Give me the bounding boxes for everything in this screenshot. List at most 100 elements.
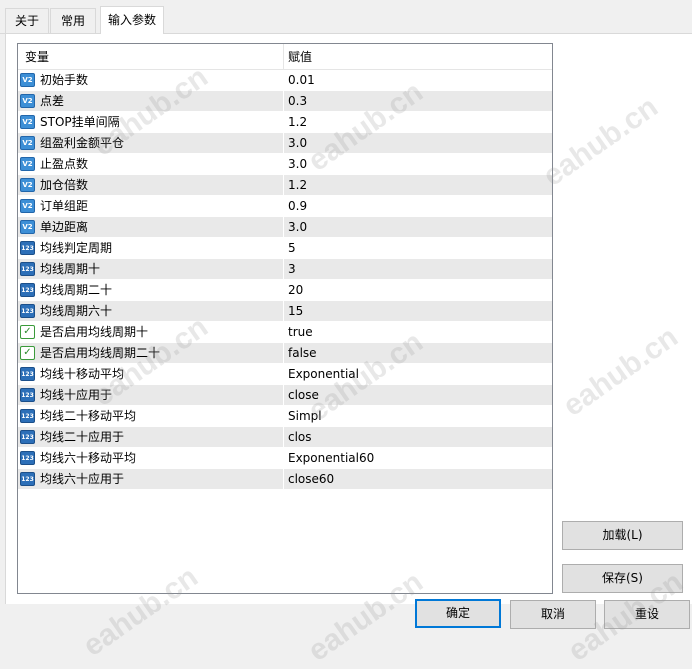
table-row[interactable]: 123 均线周期十 3 — [18, 259, 552, 280]
parameter-value[interactable]: false — [288, 343, 317, 364]
double-icon: V2 — [20, 220, 35, 234]
cell-divider — [283, 112, 284, 133]
parameter-value[interactable]: clos — [288, 427, 312, 448]
cell-divider — [283, 427, 284, 448]
double-icon: V2 — [20, 94, 35, 108]
cell-divider — [283, 196, 284, 217]
boolean-icon: ✓ — [20, 346, 35, 360]
parameter-name: 是否启用均线周期十 — [40, 325, 149, 339]
parameter-value[interactable]: 5 — [288, 238, 296, 259]
ok-button[interactable]: 确定 — [415, 599, 501, 628]
cell-divider — [283, 280, 284, 301]
parameter-value[interactable]: true — [288, 322, 313, 343]
cell-divider — [283, 448, 284, 469]
cell-divider — [283, 175, 284, 196]
table-row[interactable]: 123 均线十移动平均 Exponential — [18, 364, 552, 385]
table-row[interactable]: V2 加仓倍数 1.2 — [18, 175, 552, 196]
parameter-value[interactable]: 1.2 — [288, 112, 307, 133]
parameter-name: 加仓倍数 — [40, 178, 89, 192]
table-row[interactable]: 123 均线十应用于 close — [18, 385, 552, 406]
cell-divider — [283, 91, 284, 112]
table-row[interactable]: 123 均线周期六十 15 — [18, 301, 552, 322]
table-row[interactable]: ✓ 是否启用均线周期二十 false — [18, 343, 552, 364]
save-button[interactable]: 保存(S) — [562, 564, 683, 593]
integer-icon: 123 — [20, 262, 35, 276]
parameter-value[interactable]: 15 — [288, 301, 303, 322]
table-row[interactable]: V2 STOP挂单间隔 1.2 — [18, 112, 552, 133]
cell-divider — [283, 70, 284, 91]
parameter-name: 均线周期十 — [40, 262, 101, 276]
parameter-name: 均线十移动平均 — [40, 367, 125, 381]
parameter-name: 止盈点数 — [40, 157, 89, 171]
parameter-name: 单边距离 — [40, 220, 89, 234]
cell-divider — [283, 238, 284, 259]
boolean-icon: ✓ — [20, 325, 35, 339]
integer-icon: 123 — [20, 241, 35, 255]
table-row[interactable]: 123 均线判定周期 5 — [18, 238, 552, 259]
parameter-value[interactable]: 3.0 — [288, 154, 307, 175]
parameter-name: 初始手数 — [40, 73, 89, 87]
cell-divider — [283, 133, 284, 154]
table-row[interactable]: 123 均线六十应用于 close60 — [18, 469, 552, 490]
cell-divider — [283, 343, 284, 364]
tab-bar: 关于 常用 输入参数 — [0, 0, 692, 34]
parameter-value[interactable]: Exponential60 — [288, 448, 374, 469]
parameter-value[interactable]: close60 — [288, 469, 334, 490]
cancel-button[interactable]: 取消 — [510, 600, 596, 629]
cell-divider — [283, 301, 284, 322]
table-row[interactable]: V2 单边距离 3.0 — [18, 217, 552, 238]
double-icon: V2 — [20, 136, 35, 150]
double-icon: V2 — [20, 178, 35, 192]
parameter-value[interactable]: Exponential — [288, 364, 359, 385]
parameter-value[interactable]: 1.2 — [288, 175, 307, 196]
table-row[interactable]: 123 均线二十移动平均 Simpl — [18, 406, 552, 427]
parameter-value[interactable]: Simpl — [288, 406, 322, 427]
parameter-value[interactable]: 3 — [288, 259, 296, 280]
cell-divider — [283, 217, 284, 238]
parameter-name: 均线六十移动平均 — [40, 451, 137, 465]
double-icon: V2 — [20, 73, 35, 87]
table-row[interactable]: V2 组盈利金额平仓 3.0 — [18, 133, 552, 154]
parameters-table[interactable]: 变量 赋值 V2 初始手数 0.01 V2 点差 0.3 V2 STOP挂单间隔 1.2 V2 组盈… — [17, 43, 553, 594]
cell-divider — [283, 385, 284, 406]
parameter-name: 均线六十应用于 — [40, 472, 125, 486]
enum-icon: 123 — [20, 409, 35, 423]
load-button[interactable]: 加载(L) — [562, 521, 683, 550]
tab-input-parameters[interactable]: 输入参数 — [100, 6, 164, 34]
parameter-name: 订单组距 — [40, 199, 89, 213]
column-header-variable[interactable]: 变量 — [25, 44, 49, 69]
column-header-value[interactable]: 赋值 — [288, 44, 312, 69]
enum-icon: 123 — [20, 472, 35, 486]
cell-divider — [283, 322, 284, 343]
parameter-value[interactable]: 3.0 — [288, 133, 307, 154]
parameter-value[interactable]: close — [288, 385, 319, 406]
enum-icon: 123 — [20, 388, 35, 402]
table-row[interactable]: V2 订单组距 0.9 — [18, 196, 552, 217]
table-row[interactable]: V2 点差 0.3 — [18, 91, 552, 112]
table-row[interactable]: V2 初始手数 0.01 — [18, 70, 552, 91]
integer-icon: 123 — [20, 304, 35, 318]
table-row[interactable]: 123 均线二十应用于 clos — [18, 427, 552, 448]
reset-button[interactable]: 重设 — [604, 600, 690, 629]
parameter-name: 均线二十应用于 — [40, 430, 125, 444]
parameter-value[interactable]: 0.01 — [288, 70, 315, 91]
cell-divider — [283, 469, 284, 490]
table-row[interactable]: 123 均线六十移动平均 Exponential60 — [18, 448, 552, 469]
tab-common[interactable]: 常用 — [50, 8, 96, 33]
table-row[interactable]: ✓ 是否启用均线周期十 true — [18, 322, 552, 343]
parameter-value[interactable]: 20 — [288, 280, 303, 301]
parameter-value[interactable]: 0.9 — [288, 196, 307, 217]
parameter-value[interactable]: 3.0 — [288, 217, 307, 238]
cell-divider — [283, 406, 284, 427]
tab-about[interactable]: 关于 — [5, 8, 49, 33]
table-body: V2 初始手数 0.01 V2 点差 0.3 V2 STOP挂单间隔 1.2 V2 组盈利金额平仓 3… — [18, 70, 552, 490]
table-row[interactable]: V2 止盈点数 3.0 — [18, 154, 552, 175]
table-row[interactable]: 123 均线周期二十 20 — [18, 280, 552, 301]
parameter-value[interactable]: 0.3 — [288, 91, 307, 112]
column-divider[interactable] — [283, 44, 284, 69]
cell-divider — [283, 154, 284, 175]
integer-icon: 123 — [20, 283, 35, 297]
parameter-name: 均线二十移动平均 — [40, 409, 137, 423]
parameter-name: 组盈利金额平仓 — [40, 136, 125, 150]
cell-divider — [283, 259, 284, 280]
